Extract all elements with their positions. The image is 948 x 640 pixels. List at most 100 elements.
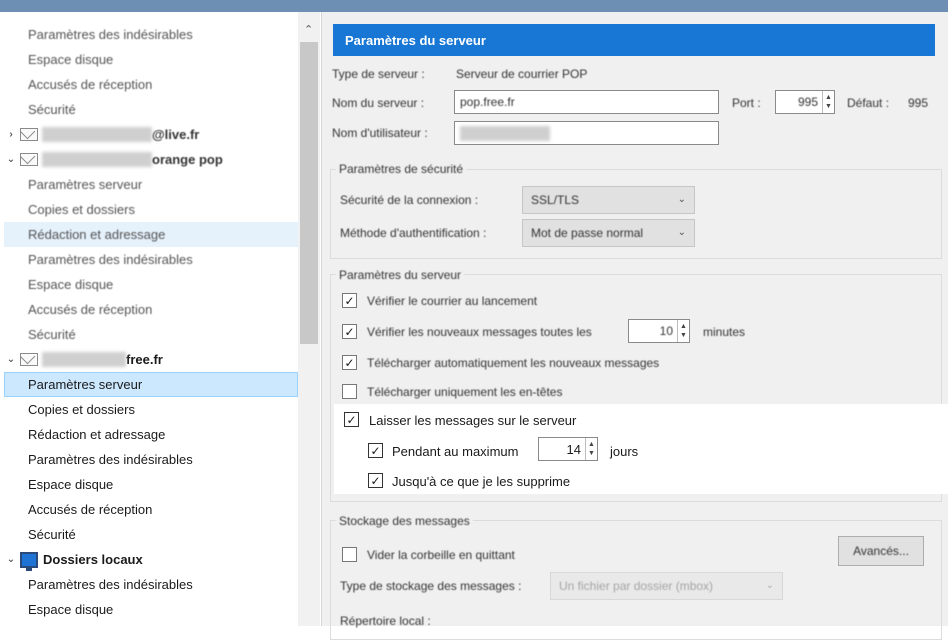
tree-item-espace-disque[interactable]: Espace disque — [4, 272, 298, 297]
tree-item-parametres-des-indesirables[interactable]: Paramètres des indésirables — [4, 247, 298, 272]
tree-item-accuses-de-reception[interactable]: Accusés de réception — [4, 297, 298, 322]
tree-item-redaction-et-adressage[interactable]: Rédaction et adressage — [4, 422, 298, 447]
spin-up-icon[interactable]: ▲ — [680, 322, 687, 331]
check-icon: ✓ — [370, 443, 381, 458]
check-icon: ✓ — [370, 473, 381, 488]
spin-down-icon[interactable]: ▼ — [680, 331, 687, 340]
storage-type-label: Type de stockage des messages : — [340, 579, 522, 593]
chevron-down-icon: ⌄ — [765, 580, 774, 591]
check-on-start-label: Vérifier le courrier au lancement — [367, 294, 538, 308]
tree-item-label: Accusés de réception — [28, 302, 153, 317]
account-label: @live.fr — [152, 127, 200, 142]
for-max-checkbox[interactable]: ✓ — [368, 443, 383, 458]
server-type-label: Type de serveur : — [332, 67, 425, 81]
tree-item-parametres-serveur[interactable]: Paramètres serveur — [4, 172, 298, 197]
tree-item-label: Espace disque — [28, 602, 114, 617]
envelope-icon — [20, 128, 38, 141]
chevron-right-icon[interactable]: › — [4, 129, 18, 140]
tree-item-copies-et-dossiers[interactable]: Copies et dossiers — [4, 397, 298, 422]
days-spinner[interactable]: 14 ▲ ▼ — [538, 437, 598, 461]
auth-method-select[interactable]: Mot de passe normal ⌄ — [522, 219, 695, 247]
days-spin-arrows[interactable]: ▲ ▼ — [585, 438, 597, 460]
empty-trash-checkbox[interactable] — [342, 547, 357, 562]
headers-only-label: Télécharger uniquement les en-têtes — [367, 385, 563, 399]
storage-group-title: Stockage des messages — [336, 514, 473, 528]
tree-local-folders[interactable]: ⌄ Dossiers locaux — [4, 547, 298, 572]
spin-down-icon[interactable]: ▼ — [825, 102, 832, 111]
until-deleted-checkbox[interactable]: ✓ — [368, 473, 383, 488]
tree-item-parametres-des-indesirables[interactable]: Paramètres des indésirables — [4, 572, 298, 597]
username-label: Nom d'utilisateur : — [332, 126, 428, 140]
interval-spin-arrows[interactable]: ▲ ▼ — [677, 320, 689, 342]
headers-only-checkbox[interactable] — [342, 384, 357, 399]
tree-account-orange-pop[interactable]: ⌄ orange pop — [4, 147, 298, 172]
chevron-down-icon: ⌄ — [677, 227, 686, 238]
tree-item-label: Espace disque — [28, 277, 114, 292]
envelope-icon — [20, 353, 38, 366]
spin-down-icon[interactable]: ▼ — [588, 449, 595, 458]
server-name-value: pop.free.fr — [460, 95, 515, 109]
port-spin-arrows[interactable]: ▲ ▼ — [822, 91, 834, 113]
account-tree: Paramètres des indésirables Espace disque… — [0, 12, 322, 626]
server-name-input[interactable]: pop.free.fr — [454, 90, 719, 114]
tree-item-label: Sécurité — [28, 327, 76, 342]
scroll-up-icon[interactable]: ⌃ — [304, 25, 313, 36]
chevron-down-icon[interactable]: ⌄ — [4, 154, 18, 165]
check-interval-spinner[interactable]: 10 ▲ ▼ — [628, 319, 690, 343]
tree-item-label: Rédaction et adressage — [28, 427, 166, 442]
leave-on-server-checkbox[interactable]: ✓ — [344, 412, 359, 427]
chevron-down-icon: ⌄ — [677, 194, 686, 205]
port-label: Port : — [732, 96, 761, 110]
chevron-down-icon[interactable]: ⌄ — [4, 554, 18, 565]
server-type-value: Serveur de courrier POP — [456, 67, 588, 81]
tree-scrollbar[interactable]: ⌃ — [298, 12, 320, 626]
spin-up-icon[interactable]: ▲ — [588, 440, 595, 449]
tree-account-live-fr[interactable]: › @live.fr — [4, 122, 298, 147]
tree-item-securite[interactable]: Sécurité — [4, 97, 298, 122]
check-interval-value: 10 — [659, 324, 673, 338]
advanced-button-label: Avancés... — [853, 544, 909, 558]
minutes-label: minutes — [703, 325, 746, 339]
tree-item-espace-disque[interactable]: Espace disque — [4, 472, 298, 497]
days-label: jours — [610, 444, 639, 459]
masked-email — [42, 152, 152, 167]
check-every-checkbox[interactable]: ✓ — [342, 324, 357, 339]
auto-download-checkbox[interactable]: ✓ — [342, 355, 357, 370]
chevron-down-icon[interactable]: ⌄ — [4, 354, 18, 365]
storage-type-select[interactable]: Un fichier par dossier (mbox) ⌄ — [550, 572, 783, 600]
tree-item-securite[interactable]: Sécurité — [4, 522, 298, 547]
empty-trash-label: Vider la corbeille en quittant — [367, 548, 515, 562]
tree-item-espace-disque[interactable]: Espace disque — [4, 597, 298, 622]
check-every-label: Vérifier les nouveaux messages toutes le… — [367, 325, 592, 339]
tree-item-accuses-de-reception[interactable]: Accusés de réception — [4, 72, 298, 97]
tree-item-redaction-et-adressage[interactable]: Rédaction et adressage — [4, 222, 298, 247]
spin-up-icon[interactable]: ▲ — [825, 93, 832, 102]
tree-item-parametres-des-indesirables[interactable]: Paramètres des indésirables — [4, 447, 298, 472]
tree-item-parametres-des-indesirables[interactable]: Paramètres des indésirables — [4, 22, 298, 47]
tree-item-label: Espace disque — [28, 477, 114, 492]
computer-icon — [20, 551, 38, 571]
username-input[interactable] — [454, 121, 719, 145]
check-icon: ✓ — [344, 355, 355, 370]
tree-account-free-fr[interactable]: ⌄ free.fr — [4, 347, 298, 372]
connection-security-label: Sécurité de la connexion : — [340, 193, 479, 207]
check-on-start-checkbox[interactable]: ✓ — [342, 293, 357, 308]
tree-item-label: Accusés de réception — [28, 502, 153, 517]
connection-security-select[interactable]: SSL/TLS ⌄ — [522, 186, 695, 214]
tree-item-label: Paramètres serveur — [28, 377, 143, 392]
window-titlebar — [0, 0, 948, 12]
check-icon: ✓ — [344, 293, 355, 308]
tree-item-label: Copies et dossiers — [28, 202, 135, 217]
tree-item-copies-et-dossiers[interactable]: Copies et dossiers — [4, 197, 298, 222]
tree-item-espace-disque[interactable]: Espace disque — [4, 47, 298, 72]
scrollbar-thumb[interactable] — [300, 42, 318, 344]
masked-email — [42, 352, 126, 367]
tree-item-label: Paramètres serveur — [28, 177, 143, 192]
account-label: orange pop — [152, 152, 223, 167]
advanced-button[interactable]: Avancés... — [838, 536, 924, 566]
tree-item-securite[interactable]: Sécurité — [4, 322, 298, 347]
tree-item-accuses-de-reception[interactable]: Accusés de réception — [4, 497, 298, 522]
server-settings-group-title: Paramètres du serveur — [336, 268, 465, 282]
tree-item-parametres-serveur[interactable]: Paramètres serveur — [4, 372, 298, 397]
port-spinner[interactable]: 995 ▲ ▼ — [775, 90, 835, 114]
